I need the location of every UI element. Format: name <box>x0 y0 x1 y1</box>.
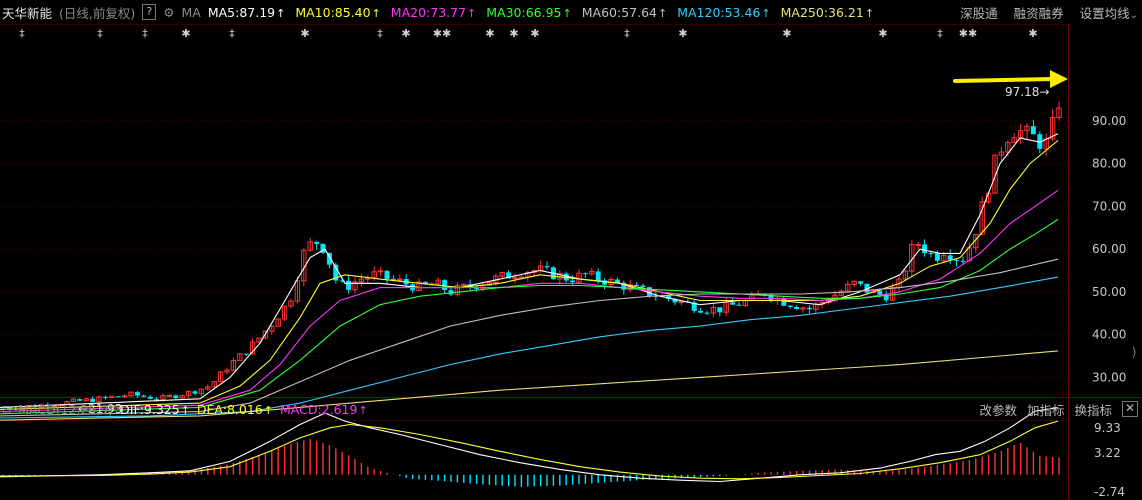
chart-canvas: 30.00 40.00 50.00 60.00 70.00 80.00 90.00 ‡ ‡ ‡ ✱ ‡… <box>0 24 1142 500</box>
candle-body <box>877 290 883 295</box>
candle-body <box>960 260 966 262</box>
y-tick-label: 90.00 <box>1092 114 1126 128</box>
candle-body <box>134 392 140 396</box>
candle-body <box>947 255 953 260</box>
y-tick-label: 80.00 <box>1092 157 1126 171</box>
candle-body <box>570 280 576 283</box>
candle-body <box>640 285 646 288</box>
candle-body <box>377 270 384 273</box>
candle-body <box>787 305 793 307</box>
event-marker-icon: ✱✱ <box>959 27 977 40</box>
event-marker-icon: ✱ <box>530 27 539 40</box>
y-tick-label: 40.00 <box>1092 328 1126 342</box>
candle-body <box>646 287 652 296</box>
event-marker-icon: ✱✱ <box>433 27 451 40</box>
ma-line-ma120 <box>0 276 1059 419</box>
event-marker-icon: ✱ <box>485 27 494 40</box>
y-tick-label: 30.00 <box>1092 370 1126 384</box>
macd-dif-value: DIF:9.325↑ <box>120 402 190 417</box>
button-add-indicator[interactable]: 加指标 <box>1027 400 1065 419</box>
candle-body <box>704 312 710 314</box>
macd-macd-value: MACD:2.619↑ <box>280 402 368 417</box>
stock-chart-window: 天华新能 (日线,前复权) ? ⚙ MA MA5:87.19↑ MA10:85.4… <box>0 0 1142 500</box>
event-marker-icon: ‡ <box>19 27 25 40</box>
candle-body <box>346 280 352 290</box>
button-edit-params[interactable]: 改参数 <box>979 400 1017 419</box>
macd-text: MACD:2.619 <box>279 401 358 417</box>
ma-line-ma30 <box>0 218 1059 415</box>
candle-body <box>915 243 921 246</box>
candle-body <box>934 253 940 261</box>
candle-body <box>121 395 128 398</box>
high-price-annotation: 97.18→ <box>1005 85 1049 99</box>
macd-y-tick-label: 9.33 <box>1094 421 1121 435</box>
event-marker-icon: ✱ <box>1028 27 1037 40</box>
candle-body <box>595 271 601 281</box>
candle-body <box>806 307 812 310</box>
candle-body <box>794 306 800 310</box>
close-icon[interactable]: ✕ <box>1122 401 1138 417</box>
collapse-icon[interactable]: ⊟ <box>2 403 11 416</box>
macd-y-tick-label: -2.74 <box>1094 485 1125 499</box>
candle-body <box>781 298 787 306</box>
candle-body <box>634 284 640 286</box>
event-marker-icon: ‡ <box>937 27 943 40</box>
event-marker-icon: ‡ <box>377 27 383 40</box>
macd-header-bar: ⊟ MACD(12,26,9) DIF:9.325↑ DEA:8.016↑ MA… <box>0 398 1142 420</box>
event-marker-icon: ✱ <box>678 27 687 40</box>
ma-line-ma5 <box>0 133 1059 408</box>
event-marker-icon: ‡ <box>97 27 103 40</box>
candle-body <box>141 395 147 397</box>
dif-text: DIF:9.325 <box>120 401 180 417</box>
ma-line-ma20 <box>0 189 1059 413</box>
candle-body <box>730 302 736 305</box>
candle-body <box>512 277 518 280</box>
yellow-arrow-shaft <box>953 77 1054 83</box>
macd-dea-value: DEA:8.016↑ <box>197 402 273 417</box>
macd-y-tick-label: 3.22 <box>1094 446 1121 460</box>
y-tick-label: 60.00 <box>1092 242 1126 256</box>
yellow-arrow-head-icon <box>1050 70 1068 88</box>
candle-body <box>384 270 390 279</box>
event-marker-icon: ✱ <box>878 27 887 40</box>
side-panel-handle-icon[interactable]: ⟩ <box>1132 345 1141 363</box>
candle-body <box>390 278 396 280</box>
candle-body <box>166 394 173 397</box>
candle-body <box>1030 126 1036 135</box>
event-marker-icon: ‡ <box>142 27 148 40</box>
macd-label: MACD(12,26,9) <box>18 401 114 417</box>
event-marker-icon: ✱ <box>181 27 190 40</box>
event-marker-icon: ✱ <box>509 27 518 40</box>
up-arrow-icon: ↑ <box>263 403 273 417</box>
dea-text: DEA:8.016 <box>196 401 263 417</box>
event-marker-icon: ‡ <box>624 27 630 40</box>
candle-body <box>582 273 588 275</box>
candle-body <box>442 280 448 291</box>
candle-body <box>698 310 704 313</box>
y-tick-label: 70.00 <box>1092 199 1126 213</box>
candle-body <box>928 253 934 255</box>
event-marker-icon: ✱ <box>401 27 410 40</box>
event-marker-icon: ‡ <box>229 27 235 40</box>
candle-body <box>858 281 864 284</box>
candle-body <box>922 244 928 254</box>
event-marker-icon: ✱ <box>300 27 309 40</box>
button-switch-indicator[interactable]: 换指标 <box>1074 400 1112 419</box>
candle-body <box>397 278 403 281</box>
up-arrow-icon: ↑ <box>358 403 368 417</box>
candle-body <box>314 241 320 244</box>
macd-right-buttons: 改参数 加指标 换指标 ✕ <box>979 398 1138 420</box>
candle-body <box>736 304 742 306</box>
event-marker-icon: ✱ <box>782 27 791 40</box>
y-tick-label: 50.00 <box>1092 285 1126 299</box>
candle-body <box>243 353 249 355</box>
candle-body <box>544 266 550 268</box>
candle-body <box>717 307 723 313</box>
up-arrow-icon: ↑ <box>180 403 190 417</box>
candle-body <box>678 301 685 304</box>
candle-body <box>954 259 960 261</box>
candle-body <box>192 391 198 394</box>
